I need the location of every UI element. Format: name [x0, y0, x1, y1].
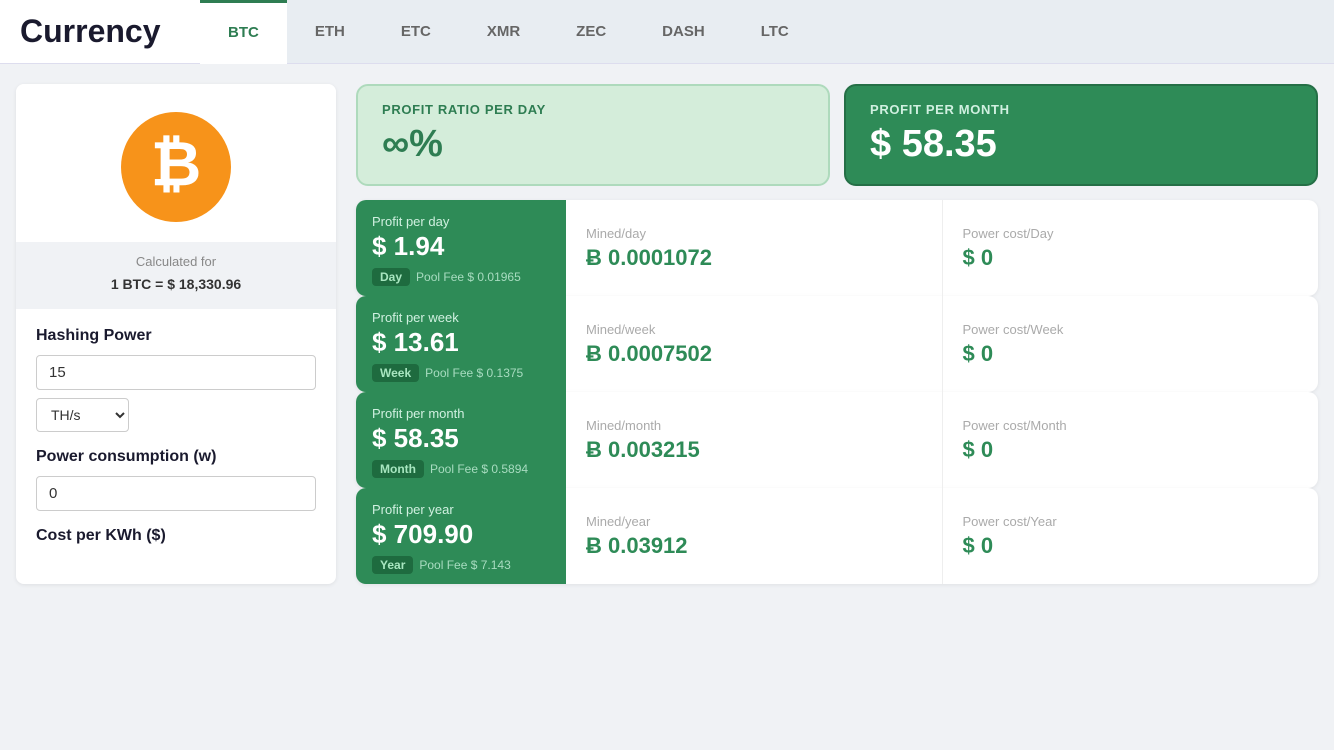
data-row-cells-week: Mined/week Ƀ 0.0007502 Power cost/Week $…	[566, 296, 1318, 392]
form-area: Hashing Power TH/s GH/s MH/s KH/s Power …	[16, 309, 336, 567]
badge-pool-year: Year Pool Fee $ 7.143	[372, 556, 511, 574]
profit-value-month: $ 58.35	[372, 423, 459, 454]
profit-label-month: Profit per month	[372, 406, 465, 421]
right-panel: PROFIT RATIO PER DAY ∞% PROFIT PER MONTH…	[356, 84, 1318, 584]
power-cell-week: Power cost/Week $ 0	[943, 296, 1319, 392]
pool-fee-year: Pool Fee $ 7.143	[419, 558, 510, 572]
nav-tab-zec[interactable]: ZEC	[548, 0, 634, 63]
currency-nav: BTCETHETCXMRZECDASHLTC	[200, 0, 1334, 63]
data-row-left-month: Profit per month $ 58.35 Month Pool Fee …	[356, 392, 566, 488]
profit-ratio-label: PROFIT RATIO PER DAY	[382, 102, 804, 117]
mined-cell-day: Mined/day Ƀ 0.0001072	[566, 200, 943, 296]
page-title: Currency	[0, 0, 200, 63]
power-cell-month: Power cost/Month $ 0	[943, 392, 1319, 488]
power-value-month: $ 0	[963, 437, 994, 463]
mined-value-week: Ƀ 0.0007502	[586, 341, 712, 367]
title-text: Currency	[20, 13, 161, 50]
data-row-day: Profit per day $ 1.94 Day Pool Fee $ 0.0…	[356, 200, 1318, 296]
period-badge-week: Week	[372, 364, 419, 382]
period-badge-year: Year	[372, 556, 413, 574]
hashing-power-label: Hashing Power	[36, 327, 316, 345]
power-label-month: Power cost/Month	[963, 418, 1067, 433]
cost-per-kwh-label: Cost per KWh ($)	[36, 527, 316, 545]
data-row-month: Profit per month $ 58.35 Month Pool Fee …	[356, 392, 1318, 488]
main-content: ₿ Calculated for 1 BTC = $ 18,330.96 Has…	[0, 64, 1334, 604]
power-consumption-label: Power consumption (w)	[36, 448, 316, 466]
profit-value-week: $ 13.61	[372, 327, 459, 358]
data-row-cells-month: Mined/month Ƀ 0.003215 Power cost/Month …	[566, 392, 1318, 488]
power-cell-year: Power cost/Year $ 0	[943, 488, 1319, 584]
mined-value-year: Ƀ 0.03912	[586, 533, 688, 559]
profit-month-value: $ 58.35	[870, 123, 1292, 166]
badge-pool-week: Week Pool Fee $ 0.1375	[372, 364, 523, 382]
data-row-cells-day: Mined/day Ƀ 0.0001072 Power cost/Day $ 0	[566, 200, 1318, 296]
profit-value-day: $ 1.94	[372, 231, 444, 262]
calc-for-label: Calculated for	[136, 254, 216, 269]
profit-value-year: $ 709.90	[372, 519, 473, 550]
period-badge-month: Month	[372, 460, 424, 478]
period-badge-day: Day	[372, 268, 410, 286]
power-value-day: $ 0	[963, 245, 994, 271]
mined-cell-week: Mined/week Ƀ 0.0007502	[566, 296, 943, 392]
nav-tab-etc[interactable]: ETC	[373, 0, 459, 63]
profit-label-day: Profit per day	[372, 214, 449, 229]
btc-price-value: 1 BTC = $ 18,330.96	[32, 273, 320, 295]
mined-label-week: Mined/week	[586, 322, 655, 337]
mined-cell-year: Mined/year Ƀ 0.03912	[566, 488, 943, 584]
profit-ratio-value: ∞%	[382, 123, 804, 166]
page-header: Currency BTCETHETCXMRZECDASHLTC	[0, 0, 1334, 64]
data-row-week: Profit per week $ 13.61 Week Pool Fee $ …	[356, 296, 1318, 392]
mined-label-day: Mined/day	[586, 226, 646, 241]
profit-month-label: PROFIT PER MONTH	[870, 102, 1292, 117]
power-cell-day: Power cost/Day $ 0	[943, 200, 1319, 296]
data-rows-container: Profit per day $ 1.94 Day Pool Fee $ 0.0…	[356, 200, 1318, 584]
mined-value-month: Ƀ 0.003215	[586, 437, 700, 463]
nav-tab-dash[interactable]: DASH	[634, 0, 733, 63]
left-panel: ₿ Calculated for 1 BTC = $ 18,330.96 Has…	[16, 84, 336, 584]
badge-pool-day: Day Pool Fee $ 0.01965	[372, 268, 521, 286]
profit-label-week: Profit per week	[372, 310, 459, 325]
power-consumption-input[interactable]	[36, 476, 316, 511]
coin-logo-area: ₿	[16, 84, 336, 242]
data-row-left-week: Profit per week $ 13.61 Week Pool Fee $ …	[356, 296, 566, 392]
power-value-year: $ 0	[963, 533, 994, 559]
data-row-cells-year: Mined/year Ƀ 0.03912 Power cost/Year $ 0	[566, 488, 1318, 584]
power-value-week: $ 0	[963, 341, 994, 367]
mined-label-month: Mined/month	[586, 418, 661, 433]
nav-tab-eth[interactable]: ETH	[287, 0, 373, 63]
hashing-unit-select[interactable]: TH/s GH/s MH/s KH/s	[36, 398, 129, 432]
mined-cell-month: Mined/month Ƀ 0.003215	[566, 392, 943, 488]
btc-logo: ₿	[121, 112, 231, 222]
mined-value-day: Ƀ 0.0001072	[586, 245, 712, 271]
power-label-year: Power cost/Year	[963, 514, 1057, 529]
hashing-unit-wrap: TH/s GH/s MH/s KH/s	[36, 398, 316, 432]
power-label-week: Power cost/Week	[963, 322, 1064, 337]
nav-tab-ltc[interactable]: LTC	[733, 0, 817, 63]
profit-label-year: Profit per year	[372, 502, 454, 517]
profit-ratio-card: PROFIT RATIO PER DAY ∞%	[356, 84, 830, 186]
nav-tab-xmr[interactable]: XMR	[459, 0, 548, 63]
pool-fee-month: Pool Fee $ 0.5894	[430, 462, 528, 476]
calculated-for-section: Calculated for 1 BTC = $ 18,330.96	[16, 242, 336, 309]
badge-pool-month: Month Pool Fee $ 0.5894	[372, 460, 528, 478]
nav-tab-btc[interactable]: BTC	[200, 0, 287, 64]
summary-row: PROFIT RATIO PER DAY ∞% PROFIT PER MONTH…	[356, 84, 1318, 186]
power-label-day: Power cost/Day	[963, 226, 1054, 241]
pool-fee-week: Pool Fee $ 0.1375	[425, 366, 523, 380]
data-row-year: Profit per year $ 709.90 Year Pool Fee $…	[356, 488, 1318, 584]
btc-symbol-icon: ₿	[151, 134, 202, 196]
data-row-left-year: Profit per year $ 709.90 Year Pool Fee $…	[356, 488, 566, 584]
profit-month-card: PROFIT PER MONTH $ 58.35	[844, 84, 1318, 186]
mined-label-year: Mined/year	[586, 514, 650, 529]
pool-fee-day: Pool Fee $ 0.01965	[416, 270, 521, 284]
data-row-left-day: Profit per day $ 1.94 Day Pool Fee $ 0.0…	[356, 200, 566, 296]
hashing-power-input[interactable]	[36, 355, 316, 390]
